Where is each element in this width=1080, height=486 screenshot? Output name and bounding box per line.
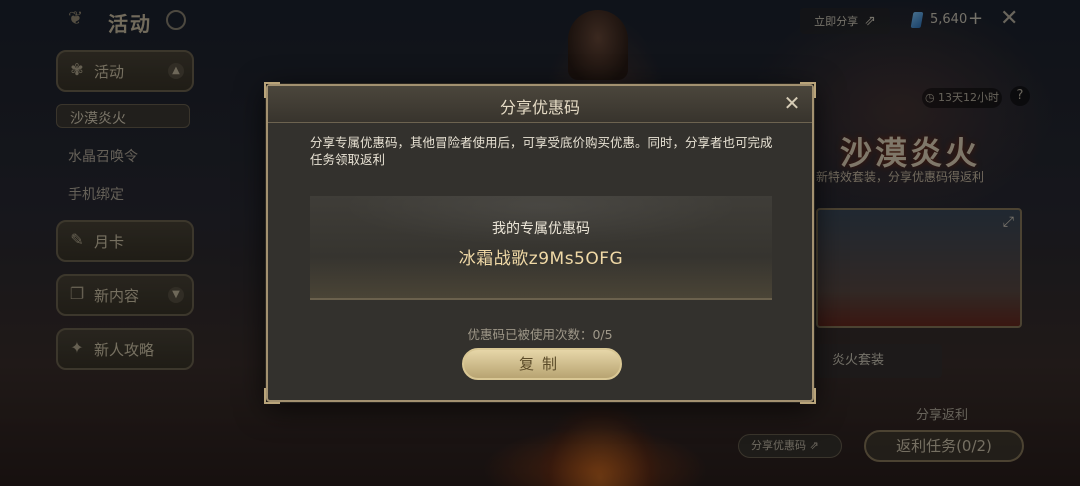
coupon-code: 冰霜战歌z9Ms5OFG: [458, 249, 624, 269]
modal-header: 分享优惠码 ✕: [268, 86, 812, 123]
frame-corner: [264, 388, 280, 404]
close-icon[interactable]: ✕: [780, 91, 804, 115]
copy-button[interactable]: 复制: [462, 348, 622, 380]
modal-title: 分享优惠码: [499, 98, 580, 117]
code-label: 我的专属优惠码: [492, 221, 590, 237]
frame-corner: [800, 388, 816, 404]
modal-description: 分享专属优惠码，其他冒险者使用后，可享受底价购买优惠。同时，分享者也可完成任务领…: [310, 135, 773, 167]
code-panel: 我的专属优惠码 冰霜战歌z9Ms5OFG: [310, 196, 772, 300]
usage-count: 优惠码已被使用次数：0/5: [467, 327, 613, 342]
share-code-modal: 分享优惠码 ✕ 分享专属优惠码，其他冒险者使用后，可享受底价购买优惠。同时，分享…: [264, 82, 816, 404]
